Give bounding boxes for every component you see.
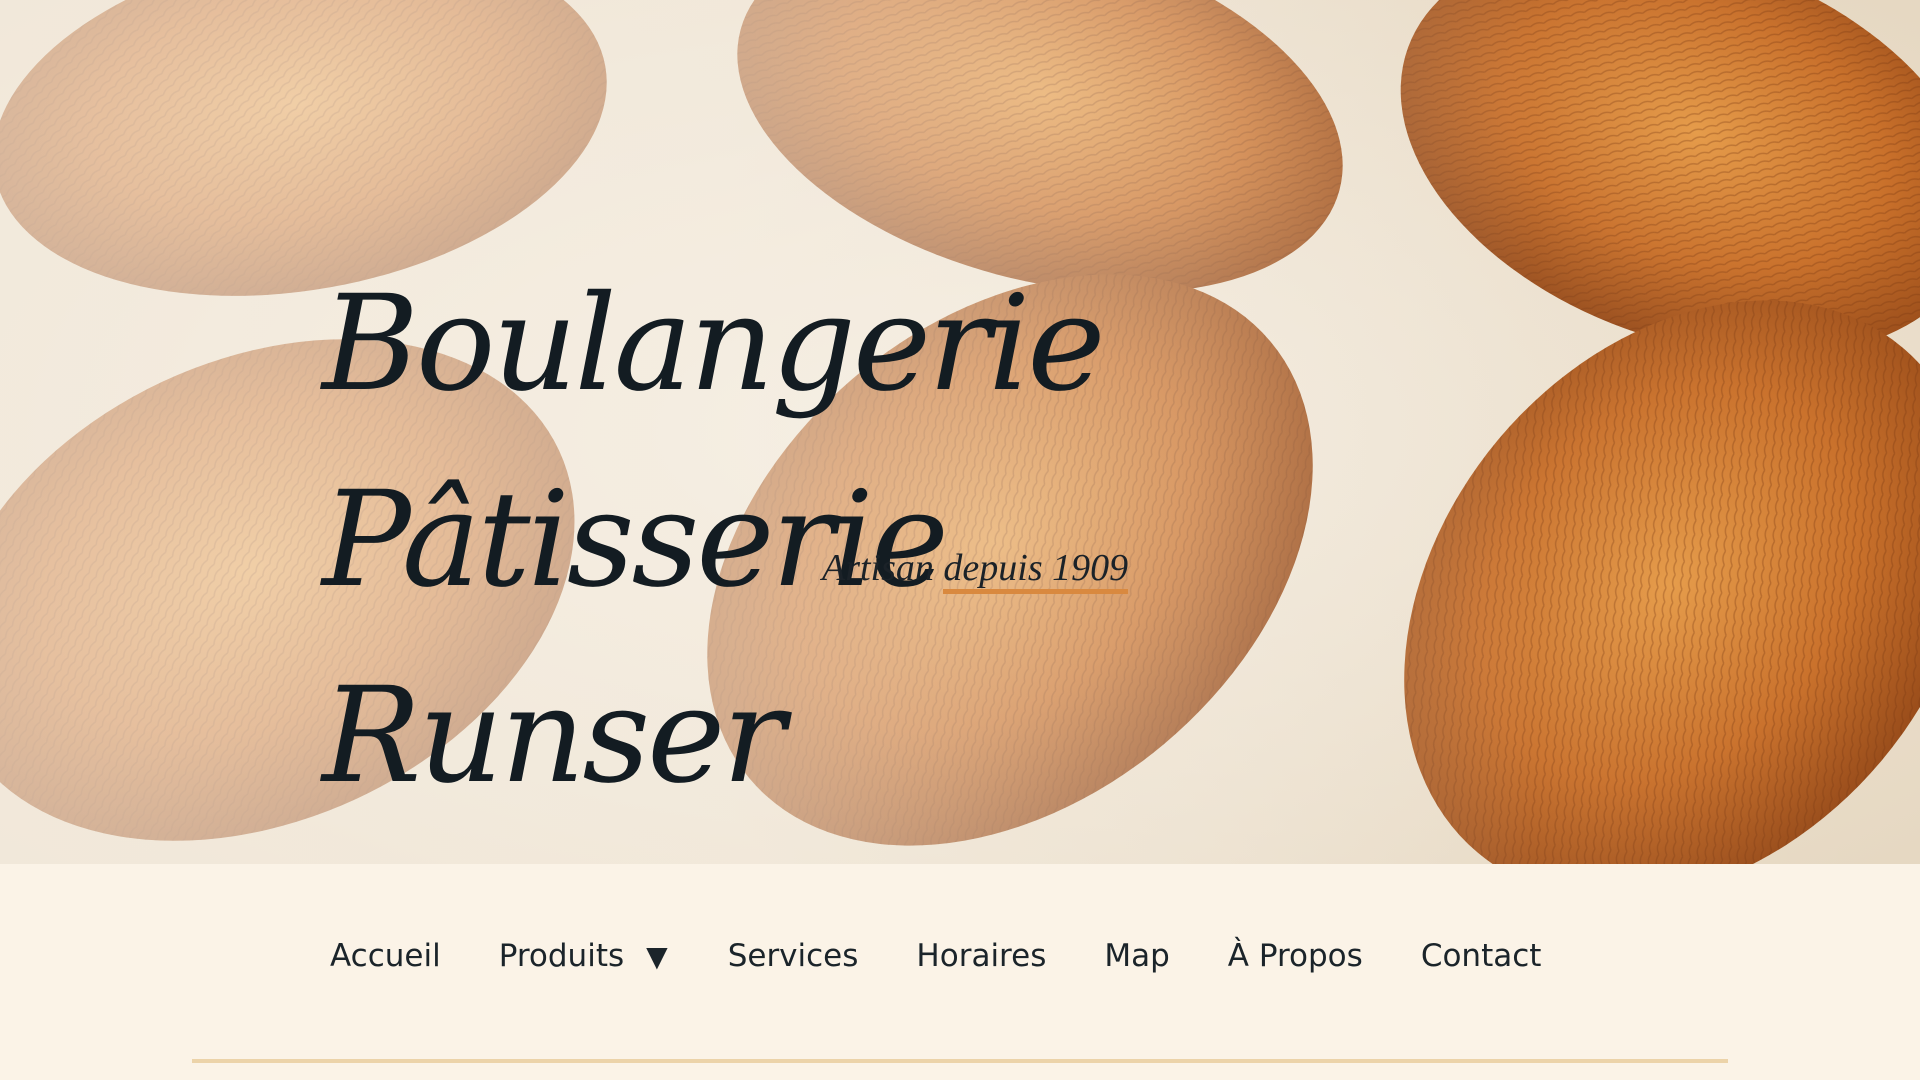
nav-item-contact[interactable]: Contact <box>1421 938 1542 974</box>
nav-divider <box>192 1059 1728 1063</box>
nav-item-label: Services <box>727 938 859 974</box>
nav-item-horaires[interactable]: Horaires <box>916 938 1046 974</box>
nav-item-label: Produits <box>498 938 625 974</box>
site-title: Boulangerie Pâtisserie Runser <box>322 246 1622 834</box>
nav-item-label: À Propos <box>1227 938 1363 974</box>
site-title-line2: Runser <box>322 659 785 813</box>
nav-item-a-propos[interactable]: À Propos <box>1228 938 1363 974</box>
nav-item-label: Map <box>1104 938 1170 974</box>
nav-menu: Accueil Produits ▼ Services Horaires Map… <box>330 938 1541 974</box>
tagline-accent: depuis 1909 <box>943 547 1129 594</box>
nav-item-label: Contact <box>1420 938 1542 974</box>
nav-item-produits[interactable]: Produits ▼ <box>499 938 670 974</box>
nav-item-map[interactable]: Map <box>1104 938 1169 974</box>
nav-item-label: Accueil <box>330 938 441 974</box>
nav-item-services[interactable]: Services <box>728 938 859 974</box>
nav-item-accueil[interactable]: Accueil <box>330 938 441 974</box>
caret-down-icon[interactable]: ▼ <box>646 940 668 973</box>
tagline: Artisan depuis 1909 <box>822 544 1129 594</box>
nav-item-label: Horaires <box>916 938 1047 974</box>
tagline-prefix: Artisan <box>822 547 944 589</box>
